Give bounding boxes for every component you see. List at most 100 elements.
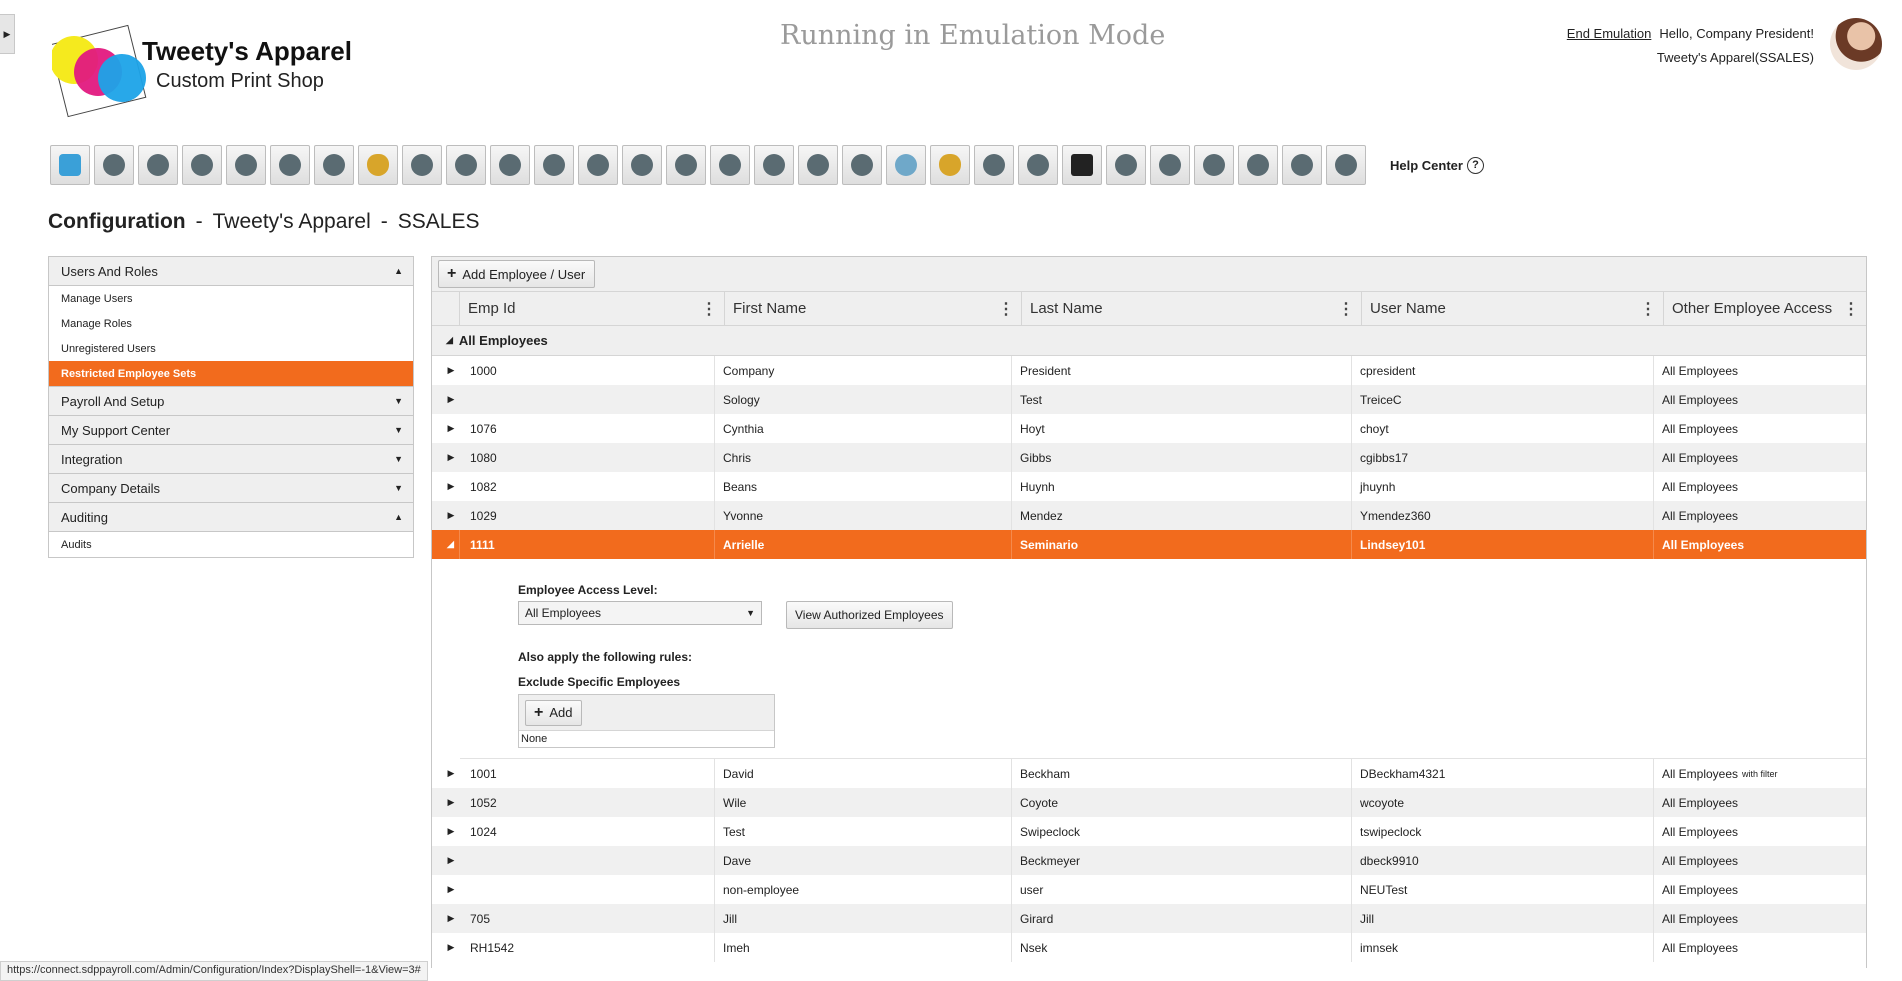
avatar[interactable] xyxy=(1830,18,1882,70)
expand-row-icon[interactable]: ▶ xyxy=(442,414,460,443)
table-row[interactable]: ▶ non-employee user NEUTest All Employees xyxy=(432,875,1866,904)
cell-user-name-text: wcoyote xyxy=(1360,795,1405,810)
toolbar-button-5[interactable] xyxy=(226,145,266,185)
award-icon xyxy=(103,154,125,176)
expand-row-icon[interactable]: ▶ xyxy=(442,788,460,817)
toolbar-button-12[interactable] xyxy=(534,145,574,185)
table-row[interactable]: ▶ Dave Beckmeyer dbeck9910 All Employees xyxy=(432,846,1866,875)
cell-emp-id xyxy=(460,875,715,904)
column-menu-icon[interactable]: ⋮ xyxy=(1640,299,1656,319)
cell-first-name: Wile xyxy=(715,788,1012,817)
end-emulation-link[interactable]: End Emulation xyxy=(1567,26,1652,41)
toolbar-button-18[interactable] xyxy=(798,145,838,185)
toolbar-button-14[interactable] xyxy=(622,145,662,185)
expand-row-icon[interactable]: ▶ xyxy=(442,875,460,904)
table-row[interactable]: ▶ 1076 Cynthia Hoyt choyt All Employees xyxy=(432,414,1866,443)
column-header-first-name[interactable]: First Name ⋮ xyxy=(725,292,1022,325)
column-menu-icon[interactable]: ⋮ xyxy=(998,299,1014,319)
expand-row-icon[interactable]: ▶ xyxy=(442,385,460,414)
toolbar-button-17[interactable] xyxy=(754,145,794,185)
expand-row-icon[interactable]: ▶ xyxy=(442,472,460,501)
toolbar-button-24[interactable] xyxy=(1062,145,1102,185)
table-row[interactable]: ▶ 1000 Company President cpresident All Emplo… xyxy=(432,356,1866,385)
column-menu-icon[interactable]: ⋮ xyxy=(1843,299,1859,319)
help-center-link[interactable]: Help Center? xyxy=(1390,156,1484,174)
column-header-other-access[interactable]: Other Employee Access ⋮ xyxy=(1664,292,1866,325)
sidebar-group-users-and-roles[interactable]: Users And Roles ▲ xyxy=(49,257,413,286)
table-row[interactable]: ▶ 1001 David Beckham DBeckham4321 All Employe… xyxy=(432,759,1866,788)
toolbar-button-16[interactable] xyxy=(710,145,750,185)
add-employee-button[interactable]: + Add Employee / User xyxy=(438,260,596,288)
table-row[interactable]: ▶ 1082 Beans Huynh jhuynh All Employees xyxy=(432,472,1866,501)
toolbar-button-4[interactable] xyxy=(182,145,222,185)
group-row-all-employees[interactable]: ◢ All Employees xyxy=(432,326,1866,356)
column-menu-icon[interactable]: ⋮ xyxy=(1338,299,1354,319)
toolbar-button-26[interactable] xyxy=(1150,145,1190,185)
expand-row-icon[interactable]: ▶ xyxy=(442,501,460,530)
cell-emp-id-text: 1082 xyxy=(470,479,497,494)
column-header-emp-id[interactable]: Emp Id ⋮ xyxy=(460,292,725,325)
toolbar-button-15[interactable] xyxy=(666,145,706,185)
toolbar-button-22[interactable] xyxy=(974,145,1014,185)
toolbar-button-3[interactable] xyxy=(138,145,178,185)
table-row[interactable]: ▶ RH1542 Imeh Nsek imnsek All Employees xyxy=(432,933,1866,962)
cell-last-name-text: Hoyt xyxy=(1020,421,1045,436)
page-title-company: Tweety's Apparel xyxy=(212,210,371,233)
access-level-select[interactable]: All Employees ▼ xyxy=(518,601,762,625)
table-row[interactable]: ▶ 1080 Chris Gibbs cgibbs17 All Employees xyxy=(432,443,1866,472)
target-icon xyxy=(587,154,609,176)
sidebar-group-company-details[interactable]: Company Details ▼ xyxy=(49,474,413,503)
sidebar-group-my-support-center[interactable]: My Support Center ▼ xyxy=(49,416,413,445)
expand-row-icon[interactable]: ▶ xyxy=(442,759,460,788)
toolbar-button-20[interactable] xyxy=(886,145,926,185)
toolbar-button-7[interactable] xyxy=(314,145,354,185)
cell-access: All Employees xyxy=(1662,537,1745,552)
toolbar-button-11[interactable] xyxy=(490,145,530,185)
toolbar-button-2[interactable] xyxy=(94,145,134,185)
cell-access: All Employees with filter xyxy=(1654,759,1856,788)
add-exclusion-button[interactable]: + Add xyxy=(525,699,583,726)
expand-row-icon[interactable]: ▶ xyxy=(442,443,460,472)
expand-row-icon[interactable]: ▶ xyxy=(442,817,460,846)
expand-row-icon[interactable]: ▶ xyxy=(442,356,460,385)
toolbar-button-19[interactable] xyxy=(842,145,882,185)
table-row-selected[interactable]: ◢ 1111 Arrielle Seminario Lindsey101 All… xyxy=(432,530,1866,559)
sidebar-item-restricted-employee-sets[interactable]: Restricted Employee Sets xyxy=(49,361,413,386)
toolbar-button-28[interactable] xyxy=(1238,145,1278,185)
toolbar-button-23[interactable] xyxy=(1018,145,1058,185)
cell-user-name: DBeckham4321 xyxy=(1352,759,1654,788)
toolbar-button-6[interactable] xyxy=(270,145,310,185)
toolbar-button-21[interactable] xyxy=(930,145,970,185)
toolbar-button-8[interactable] xyxy=(358,145,398,185)
toolbar-button-27[interactable] xyxy=(1194,145,1234,185)
toolbar-button-10[interactable] xyxy=(446,145,486,185)
sidebar-group-integration[interactable]: Integration ▼ xyxy=(49,445,413,474)
expand-row-icon[interactable]: ▶ xyxy=(442,904,460,933)
sidebar-item-audits[interactable]: Audits xyxy=(49,532,413,557)
column-header-user-name[interactable]: User Name ⋮ xyxy=(1362,292,1664,325)
collapse-row-icon[interactable]: ◢ xyxy=(442,530,460,559)
table-row[interactable]: ▶ Sology Test TreiceC All Employees xyxy=(432,385,1866,414)
toolbar-button-29[interactable] xyxy=(1282,145,1322,185)
toolbar-button-30[interactable] xyxy=(1326,145,1366,185)
toolbar-button-1[interactable] xyxy=(50,145,90,185)
expand-row-icon[interactable]: ▶ xyxy=(442,933,460,962)
table-row[interactable]: ▶ 1024 Test Swipeclock tswipeclock All Employ… xyxy=(432,817,1866,846)
toolbar-button-25[interactable] xyxy=(1106,145,1146,185)
sidebar-item-manage-roles[interactable]: Manage Roles xyxy=(49,311,413,336)
table-row[interactable]: ▶ 1052 Wile Coyote wcoyote All Employees xyxy=(432,788,1866,817)
toolbar-button-13[interactable] xyxy=(578,145,618,185)
funnel-icon xyxy=(191,154,213,176)
sidebar-group-payroll-and-setup[interactable]: Payroll And Setup ▼ xyxy=(49,386,413,416)
expand-row-icon[interactable]: ▶ xyxy=(442,846,460,875)
column-header-last-name[interactable]: Last Name ⋮ xyxy=(1022,292,1362,325)
toolbar-button-9[interactable] xyxy=(402,145,442,185)
side-panel-toggle[interactable]: ▶ xyxy=(0,14,15,54)
sidebar-item-unregistered-users[interactable]: Unregistered Users xyxy=(49,336,413,361)
view-authorized-employees-button[interactable]: View Authorized Employees xyxy=(786,601,953,629)
column-menu-icon[interactable]: ⋮ xyxy=(701,299,717,319)
sidebar-item-manage-users[interactable]: Manage Users xyxy=(49,286,413,311)
sidebar-group-auditing[interactable]: Auditing ▲ xyxy=(49,503,413,532)
table-row[interactable]: ▶ 705 Jill Girard Jill All Employees xyxy=(432,904,1866,933)
table-row[interactable]: ▶ 1029 Yvonne Mendez Ymendez360 All Employees xyxy=(432,501,1866,530)
